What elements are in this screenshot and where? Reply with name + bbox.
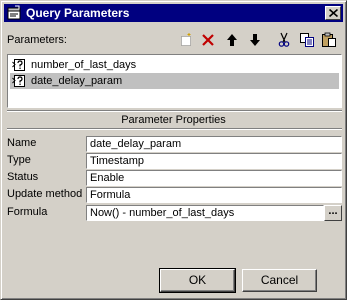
formula-field[interactable]: Now() - number_of_last_days xyxy=(86,205,324,221)
close-icon xyxy=(329,9,338,17)
parameters-label: Parameters: xyxy=(7,34,67,46)
query-parameters-icon xyxy=(6,5,22,21)
paste-button[interactable] xyxy=(319,30,339,50)
update-method-field[interactable]: Formula xyxy=(86,187,342,203)
paste-icon xyxy=(322,32,336,47)
type-value: Timestamp xyxy=(90,155,144,167)
parameter-name: number_of_last_days xyxy=(31,59,137,71)
delete-icon xyxy=(202,34,214,46)
scissors-icon xyxy=(278,32,290,47)
cancel-button[interactable]: Cancel xyxy=(242,269,317,292)
status-label: Status xyxy=(7,171,39,183)
arrow-down-icon xyxy=(250,34,260,46)
move-up-button[interactable] xyxy=(222,30,242,50)
name-label: Name xyxy=(7,137,37,149)
update-method-label: Update method xyxy=(7,188,83,200)
list-item[interactable]: number_of_last_days xyxy=(10,57,339,73)
ok-button[interactable]: OK xyxy=(159,268,236,293)
formula-label: Formula xyxy=(7,206,48,218)
formula-editor-button[interactable]: ... xyxy=(324,205,342,221)
cut-button[interactable] xyxy=(274,30,294,50)
update-method-value: Formula xyxy=(90,189,131,201)
parameter-icon xyxy=(12,58,26,72)
new-parameter-button[interactable] xyxy=(176,30,196,50)
copy-icon xyxy=(300,33,314,47)
status-field[interactable]: Enable xyxy=(86,170,342,186)
type-label: Type xyxy=(7,154,31,166)
status-value: Enable xyxy=(90,172,125,184)
name-value: date_delay_param xyxy=(90,138,182,150)
parameter-properties-heading: Parameter Properties xyxy=(121,114,226,126)
close-button[interactable] xyxy=(325,6,341,20)
delete-parameter-button[interactable] xyxy=(198,30,218,50)
list-item[interactable]: date_delay_param xyxy=(10,73,339,89)
formula-value: Now() - number_of_last_days xyxy=(90,207,235,219)
separator xyxy=(7,110,342,112)
move-down-button[interactable] xyxy=(245,30,265,50)
window-title: Query Parameters xyxy=(26,6,130,20)
copy-button[interactable] xyxy=(297,30,317,50)
name-field[interactable]: date_delay_param xyxy=(86,136,342,152)
type-field[interactable]: Timestamp xyxy=(86,153,342,169)
parameters-list[interactable]: number_of_last_days date_delay_param xyxy=(7,54,342,108)
parameter-name: date_delay_param xyxy=(31,75,123,87)
parameter-icon xyxy=(12,74,26,88)
query-parameters-dialog: Query Parameters Parameters: number_of_l… xyxy=(0,0,347,300)
new-icon xyxy=(181,33,191,46)
separator xyxy=(7,128,342,130)
title-bar[interactable]: Query Parameters xyxy=(4,4,343,22)
arrow-up-icon xyxy=(227,34,237,46)
